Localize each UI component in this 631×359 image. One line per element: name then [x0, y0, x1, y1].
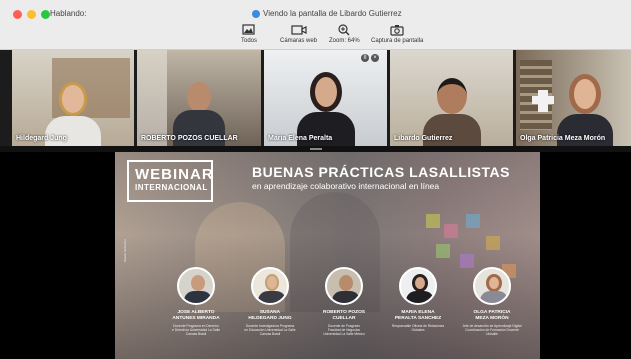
zoom-window: Hablando: Viendo la pantalla de Libardo … — [0, 0, 631, 359]
webinar-badge: WEBINAR INTERNACIONAL — [127, 160, 213, 202]
screenshot-icon — [390, 25, 404, 36]
speaker-name: ANTUNES MIRANDA — [172, 316, 220, 321]
speaker-name: HILDEGARD JUNG — [248, 316, 292, 321]
participant-tile[interactable]: II × Maria Elena Peralta — [264, 50, 387, 146]
all-view-button[interactable]: Todos — [241, 24, 257, 44]
speaker-desc: Universidad La Salle México — [323, 332, 365, 337]
participant-name: Libardo Gutierrez — [394, 135, 453, 142]
speaker-name: PERALTA SANCHEZ — [394, 316, 442, 321]
close-icon[interactable]: × — [371, 54, 379, 62]
speaker-name: JOSE ALBERTO — [177, 310, 215, 315]
speaker-desc: Canoas Brasil — [259, 332, 281, 337]
participant-tile[interactable]: Hildegard Jung — [12, 50, 134, 146]
speaker-card: SUSANA HILDEGARD JUNG Docente Investigado… — [234, 267, 306, 337]
speaker-photo — [177, 267, 215, 305]
zoom-window-button[interactable] — [41, 10, 50, 19]
speakers-row: JOSE ALBERTO ANTUNES MIRANDA Docente Prog… — [160, 267, 530, 357]
capture-label: Captura de pantalla — [371, 38, 424, 44]
speaker-name: MARIA ELENA — [401, 310, 435, 315]
screenshot-button[interactable]: Captura de pantalla — [371, 24, 423, 44]
speaker-photo — [325, 267, 363, 305]
speaker-desc: Canoas Brasil — [185, 332, 207, 337]
grip-icon — [309, 148, 322, 150]
webcams-label: Cámaras web — [280, 38, 318, 44]
zoom-icon — [338, 24, 350, 36]
participant-name: Maria Elena Peralta — [268, 135, 333, 142]
participant-tile[interactable]: Libardo Gutierrez — [390, 50, 513, 146]
share-status-icon — [252, 9, 260, 18]
speaker-card: JOSE ALBERTO ANTUNES MIRANDA Docente Prog… — [160, 267, 232, 337]
participant-tile[interactable]: ROBERTO POZOS CUELLAR — [137, 50, 261, 146]
tile-controls: II × — [361, 54, 379, 62]
viewing-indicator: Viendo la pantalla de Libardo Gutierrez — [252, 9, 402, 18]
speaker-desc: Unisalle — [486, 332, 498, 337]
close-window-button[interactable] — [13, 10, 22, 19]
speaker-photo — [473, 267, 511, 305]
speaker-card: OLGA PATRICIA MEZA MORÓN Jefe de desarrol… — [456, 267, 528, 337]
all-view-label: Todos — [241, 38, 258, 44]
view-toolbar: Todos Cámaras web Zoom: 64% Captura de p… — [0, 24, 631, 48]
webinar-label: WEBINAR — [135, 166, 214, 183]
zoom-control[interactable]: Zoom: 64% — [329, 24, 360, 44]
title-bar: Hablando: Viendo la pantalla de Libardo … — [0, 0, 631, 50]
speaker-name: ROBERTO POZOS — [322, 310, 366, 315]
participant-name: Olga Patricia Meza Morón — [520, 135, 606, 142]
camera-icon — [290, 25, 307, 35]
shared-screen: WEBINAR INTERNACIONAL BUENAS PRÁCTICAS L… — [0, 152, 631, 359]
speaker-card: MARIA ELENA PERALTA SANCHEZ Responsable O… — [382, 267, 454, 332]
speaker-desc: Globales — [411, 328, 425, 333]
speaker-photo — [251, 267, 289, 305]
speaking-label: Hablando: — [50, 9, 87, 18]
minimize-window-button[interactable] — [27, 10, 36, 19]
speaker-name: OLGA PATRICIA — [473, 310, 511, 315]
speaker-name: SUSANA — [259, 310, 281, 315]
zoom-label: Zoom: 64% — [329, 38, 360, 44]
image-icon — [242, 24, 255, 35]
speaker-card: ROBERTO POZOS CUELLAR Docente de Posgrado… — [308, 267, 380, 337]
participants-strip: Hildegard Jung ROBERTO POZOS CUELLAR II … — [0, 50, 631, 146]
slide-subtitle: en aprendizaje colaborativo internaciona… — [252, 181, 440, 191]
speaker-name: MEZA MORÓN — [475, 316, 509, 321]
webcams-button[interactable]: Cámaras web — [280, 24, 317, 44]
participant-name: ROBERTO POZOS CUELLAR — [141, 135, 238, 142]
participant-tile[interactable]: Olga Patricia Meza Morón — [516, 50, 631, 146]
speaker-photo — [399, 267, 437, 305]
pause-icon[interactable]: II — [361, 54, 369, 62]
viewing-label: Viendo la pantalla de Libardo Gutierrez — [263, 9, 402, 18]
window-controls — [13, 10, 50, 19]
speaker-name: CUELLAR — [332, 316, 356, 321]
slide-vertical-text: Diseño ilustrativo — [123, 239, 127, 262]
webinar-type-label: INTERNACIONAL — [135, 183, 208, 192]
webinar-slide: WEBINAR INTERNACIONAL BUENAS PRÁCTICAS L… — [115, 152, 540, 359]
slide-title: BUENAS PRÁCTICAS LASALLISTAS — [252, 164, 510, 180]
participant-name: Hildegard Jung — [16, 135, 67, 142]
